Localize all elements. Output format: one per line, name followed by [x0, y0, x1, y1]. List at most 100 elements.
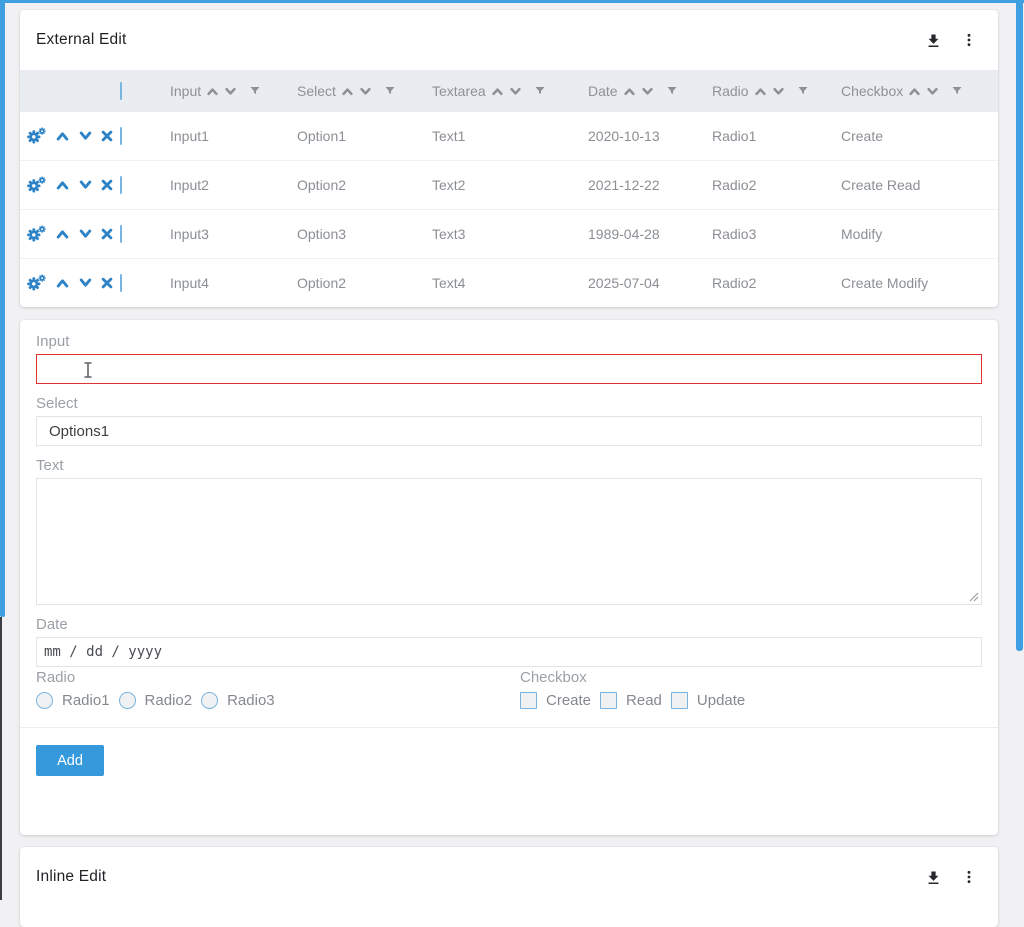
- move-up-icon[interactable]: [55, 228, 70, 240]
- cell-input: Input1: [170, 128, 297, 144]
- sort-asc-icon[interactable]: [341, 86, 354, 97]
- move-up-icon[interactable]: [55, 179, 70, 191]
- resize-handle-icon[interactable]: [969, 592, 979, 602]
- filter-icon[interactable]: [534, 85, 546, 97]
- select-value: Options1: [49, 423, 109, 440]
- checkbox-icon[interactable]: [600, 692, 617, 709]
- checkbox-option-create[interactable]: Create: [520, 692, 591, 709]
- cell-checkbox: Modify: [841, 226, 998, 242]
- cell-radio: Radio2: [712, 275, 841, 291]
- external-edit-card: External Edit Input Select Textarea: [20, 10, 998, 307]
- textarea-field[interactable]: [36, 478, 982, 605]
- checkbox-option-read[interactable]: Read: [600, 692, 662, 709]
- radio-icon[interactable]: [201, 692, 218, 709]
- move-up-icon[interactable]: [55, 130, 70, 142]
- checkbox-group-label: Checkbox: [520, 669, 982, 686]
- radio-option-radio1[interactable]: Radio1: [36, 692, 110, 709]
- settings-cogs-icon[interactable]: [26, 127, 47, 145]
- cell-radio: Radio1: [712, 128, 841, 144]
- viewport-top-border: [0, 0, 1024, 3]
- kebab-menu-icon[interactable]: [958, 866, 980, 888]
- move-down-icon[interactable]: [78, 130, 93, 142]
- checkbox-option-label: Create: [546, 692, 591, 709]
- settings-cogs-icon[interactable]: [26, 225, 47, 243]
- add-form-card: Input Select Options1 Text Date mm / dd …: [20, 320, 998, 835]
- input-field[interactable]: [36, 354, 982, 384]
- sort-desc-icon[interactable]: [359, 86, 372, 97]
- filter-icon[interactable]: [666, 85, 678, 97]
- cell-date: 2020-10-13: [588, 128, 712, 144]
- move-up-icon[interactable]: [55, 277, 70, 289]
- filter-icon[interactable]: [384, 85, 396, 97]
- radio-icon[interactable]: [36, 692, 53, 709]
- table-row: Input1 Option1 Text1 2020-10-13 Radio1 C…: [20, 112, 998, 161]
- row-checkbox[interactable]: [120, 274, 122, 292]
- radio-group-label: Radio: [36, 669, 520, 686]
- sort-desc-icon[interactable]: [641, 86, 654, 97]
- column-label: Date: [588, 83, 618, 99]
- column-label: Input: [170, 83, 201, 99]
- card-title: Inline Edit: [36, 868, 106, 886]
- cell-select: Option2: [297, 275, 432, 291]
- column-header-select: Select: [297, 83, 432, 99]
- add-button[interactable]: Add: [36, 745, 104, 776]
- column-label: Select: [297, 83, 336, 99]
- row-checkbox[interactable]: [120, 225, 122, 243]
- select-field[interactable]: Options1: [36, 416, 982, 446]
- sort-desc-icon[interactable]: [772, 86, 785, 97]
- left-scrollbar-track: [0, 617, 2, 900]
- download-icon[interactable]: [922, 866, 944, 888]
- settings-cogs-icon[interactable]: [26, 274, 47, 292]
- cell-radio: Radio3: [712, 226, 841, 242]
- kebab-menu-icon[interactable]: [958, 29, 980, 51]
- cell-input: Input4: [170, 275, 297, 291]
- sort-desc-icon[interactable]: [224, 86, 237, 97]
- row-checkbox[interactable]: [120, 127, 122, 145]
- checkbox-icon[interactable]: [520, 692, 537, 709]
- delete-x-icon[interactable]: [101, 228, 113, 240]
- move-down-icon[interactable]: [78, 277, 93, 289]
- cell-textarea: Text1: [432, 128, 588, 144]
- checkbox-icon[interactable]: [671, 692, 688, 709]
- sort-desc-icon[interactable]: [926, 86, 939, 97]
- cell-date: 1989-04-28: [588, 226, 712, 242]
- checkbox-option-label: Update: [697, 692, 745, 709]
- row-checkbox[interactable]: [120, 176, 122, 194]
- radio-group: Radio Radio1 Radio2 Radio3: [36, 669, 520, 709]
- checkbox-group: Checkbox Create Read Update: [520, 669, 982, 709]
- filter-icon[interactable]: [249, 85, 261, 97]
- inline-edit-header: Inline Edit: [20, 847, 998, 907]
- move-down-icon[interactable]: [78, 228, 93, 240]
- sort-asc-icon[interactable]: [908, 86, 921, 97]
- external-edit-header: External Edit: [20, 10, 998, 70]
- column-label: Radio: [712, 83, 749, 99]
- sort-asc-icon[interactable]: [206, 86, 219, 97]
- radio-option-radio2[interactable]: Radio2: [119, 692, 193, 709]
- column-header-input: Input: [170, 83, 297, 99]
- sort-asc-icon[interactable]: [491, 86, 504, 97]
- column-header-date: Date: [588, 83, 712, 99]
- sort-asc-icon[interactable]: [623, 86, 636, 97]
- card-title: External Edit: [36, 31, 126, 49]
- filter-icon[interactable]: [951, 85, 963, 97]
- delete-x-icon[interactable]: [101, 277, 113, 289]
- radio-option-radio3[interactable]: Radio3: [201, 692, 275, 709]
- delete-x-icon[interactable]: [101, 179, 113, 191]
- left-scrollbar-thumb[interactable]: [0, 0, 5, 617]
- download-icon[interactable]: [922, 29, 944, 51]
- sort-desc-icon[interactable]: [509, 86, 522, 97]
- select-all-checkbox[interactable]: [120, 82, 122, 100]
- text-label: Text: [36, 457, 982, 474]
- move-down-icon[interactable]: [78, 179, 93, 191]
- date-field[interactable]: mm / dd / yyyy: [36, 637, 982, 667]
- delete-x-icon[interactable]: [101, 130, 113, 142]
- sort-asc-icon[interactable]: [754, 86, 767, 97]
- right-scrollbar-thumb[interactable]: [1016, 0, 1023, 651]
- settings-cogs-icon[interactable]: [26, 176, 47, 194]
- checkbox-option-update[interactable]: Update: [671, 692, 745, 709]
- text-cursor-icon: [83, 362, 93, 382]
- cell-checkbox: Create Read: [841, 177, 998, 193]
- radio-icon[interactable]: [119, 692, 136, 709]
- input-label: Input: [36, 333, 982, 350]
- filter-icon[interactable]: [797, 85, 809, 97]
